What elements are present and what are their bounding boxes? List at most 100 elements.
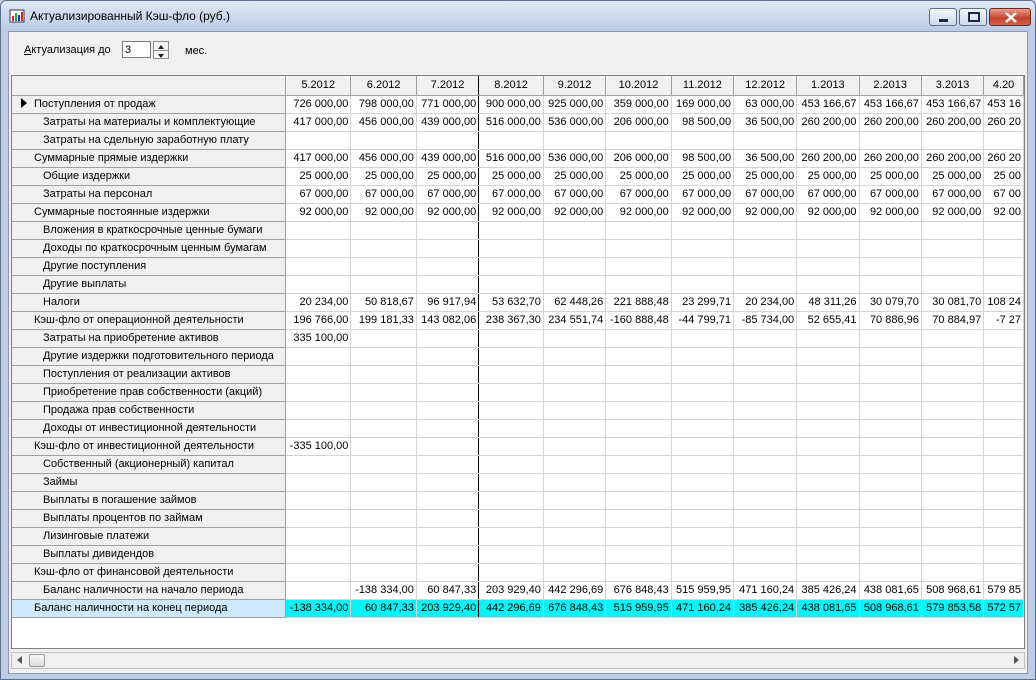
table-row[interactable]: Выплаты в погашение займов	[12, 491, 1024, 510]
horizontal-scrollbar[interactable]	[11, 652, 1025, 669]
column-header[interactable]: 11.2012	[671, 76, 735, 96]
table-cell[interactable]: 676 848,43	[543, 599, 607, 618]
table-cell[interactable]: 456 000,00	[350, 113, 417, 132]
table-cell[interactable]	[796, 131, 860, 150]
table-cell[interactable]	[983, 401, 1024, 420]
table-cell[interactable]: 63 000,00	[733, 95, 798, 114]
table-cell[interactable]	[478, 221, 544, 240]
table-cell[interactable]: 206 000,00	[605, 149, 672, 168]
scroll-left-icon[interactable]	[17, 656, 22, 664]
table-cell[interactable]	[350, 329, 417, 348]
table-cell[interactable]	[921, 527, 985, 546]
table-cell[interactable]	[605, 437, 672, 456]
table-cell[interactable]: -44 799,71	[671, 311, 735, 330]
table-cell[interactable]	[859, 437, 922, 456]
table-cell[interactable]	[605, 527, 672, 546]
table-cell[interactable]: -7 27	[983, 311, 1024, 330]
table-cell[interactable]	[350, 131, 417, 150]
table-cell[interactable]: 67 000,00	[285, 185, 352, 204]
table-cell[interactable]	[733, 401, 798, 420]
table-cell[interactable]	[350, 437, 417, 456]
table-cell[interactable]	[921, 563, 985, 582]
table-cell[interactable]: 60 847,33	[350, 599, 417, 618]
table-cell[interactable]: 25 000,00	[605, 167, 672, 186]
table-cell[interactable]: 143 082,06	[416, 311, 480, 330]
table-cell[interactable]	[921, 275, 985, 294]
table-row[interactable]: Общие издержки 25 000,00 25 000,00 25 000,0…	[12, 167, 1024, 186]
table-cell[interactable]: 925 000,00	[543, 95, 607, 114]
table-cell[interactable]	[921, 257, 985, 276]
table-cell[interactable]	[733, 491, 798, 510]
table-cell[interactable]	[983, 473, 1024, 492]
table-cell[interactable]	[416, 239, 480, 258]
table-cell[interactable]: 203 929,40	[416, 599, 480, 618]
table-cell[interactable]: -85 734,00	[733, 311, 798, 330]
table-cell[interactable]	[671, 419, 735, 438]
table-row[interactable]: Кэш-фло от инвестиционной деятельности -3…	[12, 437, 1024, 456]
table-cell[interactable]	[921, 329, 985, 348]
table-cell[interactable]: 536 000,00	[543, 149, 607, 168]
table-cell[interactable]	[543, 347, 607, 366]
table-cell[interactable]	[921, 131, 985, 150]
table-cell[interactable]: 36 500,00	[733, 113, 798, 132]
table-cell[interactable]: 36 500,00	[733, 149, 798, 168]
table-cell[interactable]	[350, 509, 417, 528]
table-cell[interactable]: 67 000,00	[671, 185, 735, 204]
table-cell[interactable]: 234 551,74	[543, 311, 607, 330]
table-cell[interactable]: 50 818,67	[350, 293, 417, 312]
table-row[interactable]: Другие выплаты	[12, 275, 1024, 294]
table-cell[interactable]	[478, 437, 544, 456]
table-cell[interactable]: -335 100,00	[285, 437, 352, 456]
table-cell[interactable]	[671, 437, 735, 456]
table-cell[interactable]: 98 500,00	[671, 113, 735, 132]
table-cell[interactable]	[285, 581, 352, 600]
table-cell[interactable]: 25 000,00	[796, 167, 860, 186]
table-cell[interactable]	[543, 491, 607, 510]
table-cell[interactable]	[671, 239, 735, 258]
table-row[interactable]: Кэш-фло от финансовой деятельности	[12, 563, 1024, 582]
table-cell[interactable]	[921, 455, 985, 474]
table-cell[interactable]	[605, 131, 672, 150]
scroll-right-icon[interactable]	[1014, 656, 1019, 664]
table-cell[interactable]	[796, 221, 860, 240]
table-cell[interactable]	[671, 473, 735, 492]
table-cell[interactable]	[350, 563, 417, 582]
table-cell[interactable]	[671, 527, 735, 546]
table-cell[interactable]: 92 000,00	[921, 203, 985, 222]
table-cell[interactable]: 30 081,70	[921, 293, 985, 312]
table-cell[interactable]	[543, 419, 607, 438]
column-header[interactable]: 10.2012	[605, 76, 672, 96]
table-cell[interactable]	[350, 347, 417, 366]
table-row[interactable]: Баланс наличности на конец периода -138 3…	[12, 599, 1024, 618]
table-cell[interactable]: 439 000,00	[416, 149, 480, 168]
table-cell[interactable]: 70 886,96	[859, 311, 922, 330]
table-row[interactable]: Выплаты дивидендов	[12, 545, 1024, 564]
table-cell[interactable]: 98 500,00	[671, 149, 735, 168]
table-cell[interactable]	[285, 419, 352, 438]
table-cell[interactable]: 25 000,00	[478, 167, 544, 186]
table-cell[interactable]	[859, 365, 922, 384]
table-cell[interactable]	[350, 473, 417, 492]
table-row[interactable]: Другие издержки подготовительного период…	[12, 347, 1024, 366]
table-cell[interactable]	[671, 347, 735, 366]
table-cell[interactable]	[733, 221, 798, 240]
table-cell[interactable]: 442 296,69	[478, 599, 544, 618]
table-cell[interactable]	[796, 527, 860, 546]
table-cell[interactable]: 260 200,00	[921, 149, 985, 168]
table-cell[interactable]	[921, 365, 985, 384]
table-cell[interactable]	[921, 545, 985, 564]
table-cell[interactable]: -138 334,00	[350, 581, 417, 600]
table-cell[interactable]	[733, 239, 798, 258]
table-cell[interactable]	[733, 563, 798, 582]
table-cell[interactable]	[671, 365, 735, 384]
table-cell[interactable]	[605, 275, 672, 294]
table-cell[interactable]	[796, 383, 860, 402]
table-cell[interactable]	[921, 347, 985, 366]
table-cell[interactable]	[543, 131, 607, 150]
table-cell[interactable]	[478, 473, 544, 492]
table-cell[interactable]	[350, 491, 417, 510]
table-cell[interactable]	[983, 383, 1024, 402]
table-cell[interactable]	[733, 455, 798, 474]
table-cell[interactable]: 92 000,00	[671, 203, 735, 222]
table-cell[interactable]	[543, 257, 607, 276]
